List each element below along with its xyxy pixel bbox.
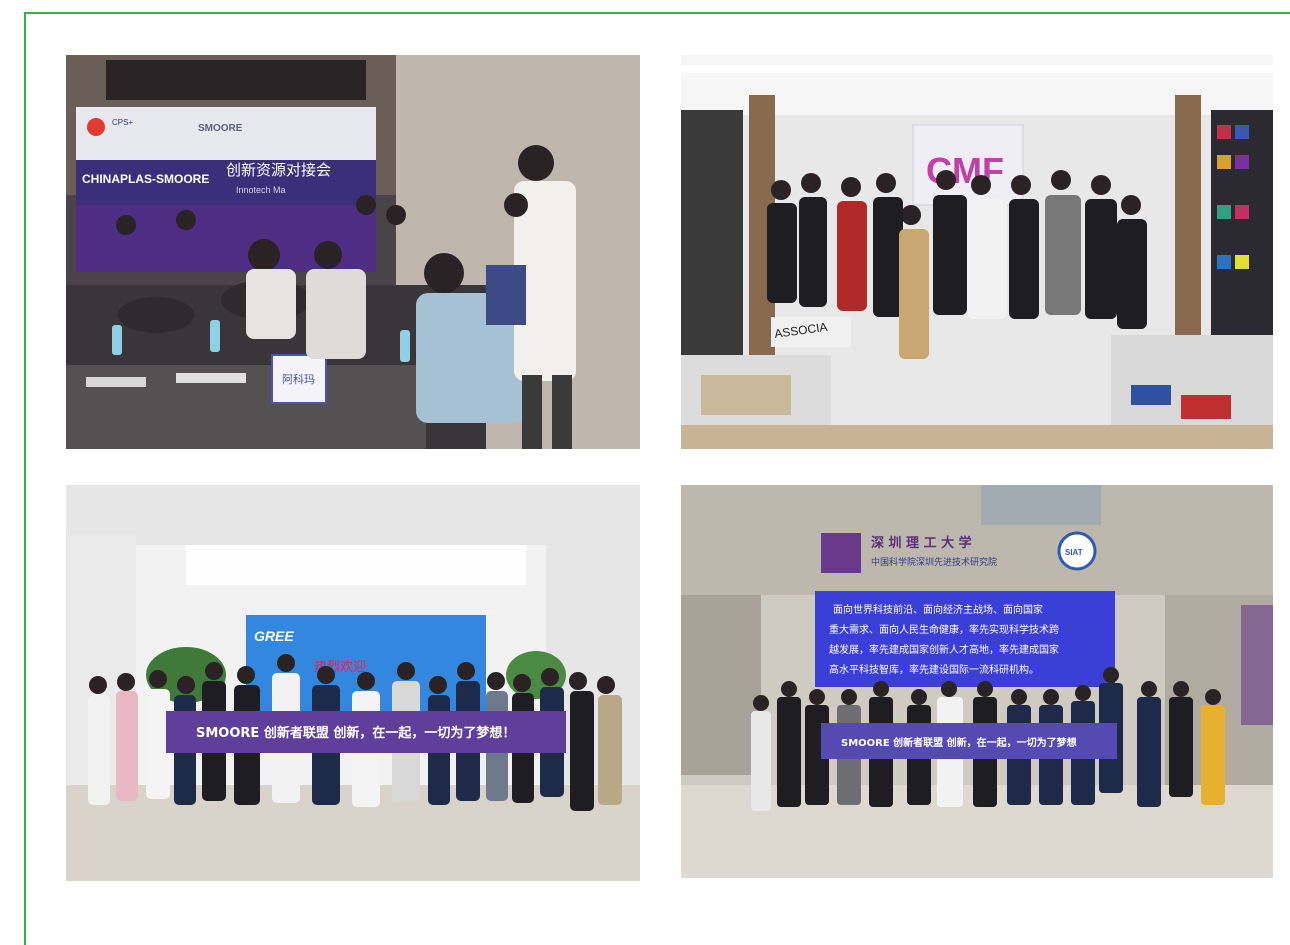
photo-gree-group: GREE 热烈欢迎 SMOORE 创新者联盟 创新，在一起，一切为了梦想！ [66,485,640,881]
banner-title: CHINAPLAS-SMOORE [82,172,209,186]
banner-subtitle: Innotech Ma [236,185,286,195]
group-banner-text: SMOORE 创新者联盟 创新，在一起，一切为了梦想！ [196,725,515,741]
gree-logo-text: GREE [254,628,294,644]
university-name: 深 圳 理 工 大 学 [871,535,972,551]
table-card-label: 阿科玛 [282,372,315,386]
group-banner-text: SMOORE 创新者联盟 创新，在一起，一切为了梦想 [841,736,1077,749]
university-logo-icon [821,533,861,573]
institute-name: 中国科学院深圳先进技术研究院 [871,556,997,568]
cps-logo-icon [87,118,105,136]
cps-logo-text: CPS+ [112,118,133,127]
siat-seal-text: SIAT [1065,548,1083,557]
photo-showroom-group: CMF ASSOCIA [681,55,1273,449]
mission-line-3: 越发展，率先建成国家创新人才高地，率先建成国家 [829,643,1059,656]
mission-line-4: 高水平科技智库，率先建设国际一流科研机构。 [829,663,1039,676]
mission-line-1: 面向世界科技前沿、面向经济主战场、面向国家 [833,603,1043,616]
photo-matchmaking-event: CPS+ SMOORE CHINAPLAS-SMOORE 创新资源对接会 Inn… [66,55,640,449]
smoore-logo-text: SMOORE [198,123,243,134]
photo-siat-group: 深 圳 理 工 大 学 中国科学院深圳先进技术研究院 SIAT 面向世界科技前沿… [681,485,1273,878]
banner-chinese-title: 创新资源对接会 [226,161,331,179]
mission-line-2: 重大需求、面向人民生命健康，率先实现科学技术跨 [829,623,1059,636]
